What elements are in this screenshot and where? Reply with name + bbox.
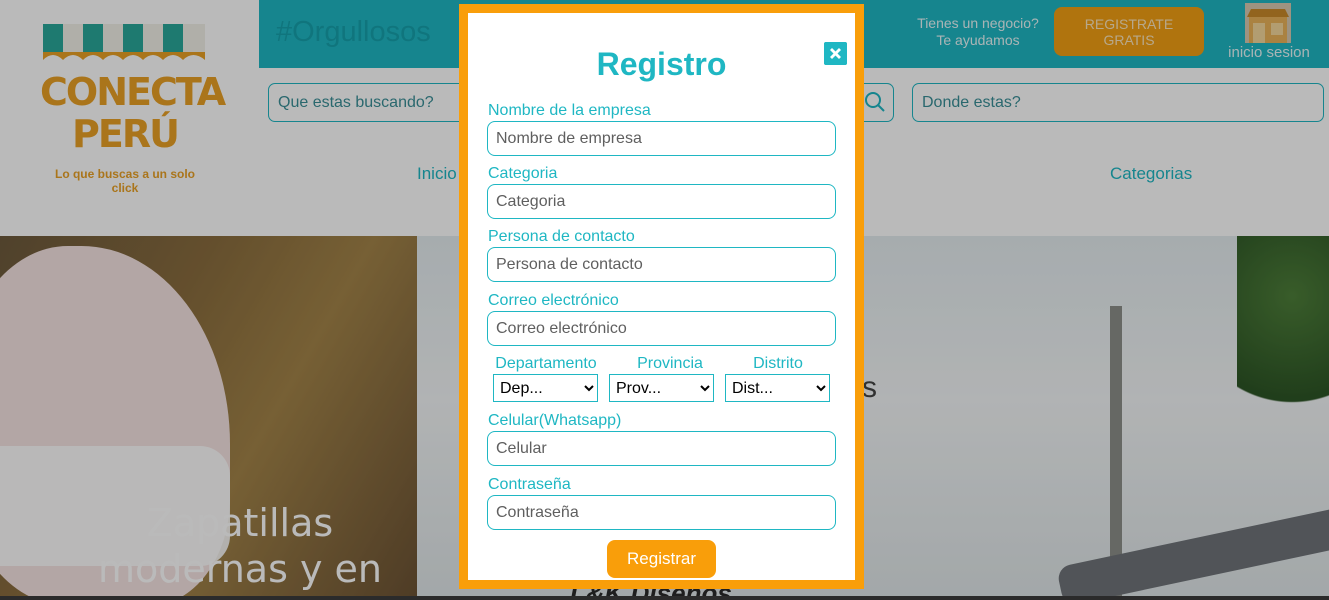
province-select[interactable]: Prov... <box>609 374 714 402</box>
contact-person-field[interactable] <box>487 247 836 282</box>
email-field[interactable] <box>487 311 836 346</box>
email-label: Correo electrónico <box>488 292 619 309</box>
password-field[interactable] <box>487 495 836 530</box>
company-name-label: Nombre de la empresa <box>488 102 651 119</box>
register-modal: Registro Nombre de la empresa Categoria … <box>459 4 864 589</box>
phone-label: Celular(Whatsapp) <box>488 412 622 429</box>
category-label: Categoria <box>488 165 558 182</box>
department-select[interactable]: Dep... <box>493 374 598 402</box>
register-button[interactable]: Registrar <box>607 540 716 578</box>
category-field[interactable] <box>487 184 836 219</box>
province-label: Provincia <box>637 355 703 372</box>
page-bottom-edge <box>0 596 1329 600</box>
contact-person-label: Persona de contacto <box>488 228 635 245</box>
department-label: Departamento <box>495 355 597 372</box>
close-icon[interactable] <box>824 42 847 65</box>
phone-field[interactable] <box>487 431 836 466</box>
password-label: Contraseña <box>488 476 571 493</box>
modal-title: Registro <box>596 46 727 82</box>
district-label: Distrito <box>753 355 803 372</box>
district-select[interactable]: Dist... <box>725 374 830 402</box>
company-name-field[interactable] <box>487 121 836 156</box>
